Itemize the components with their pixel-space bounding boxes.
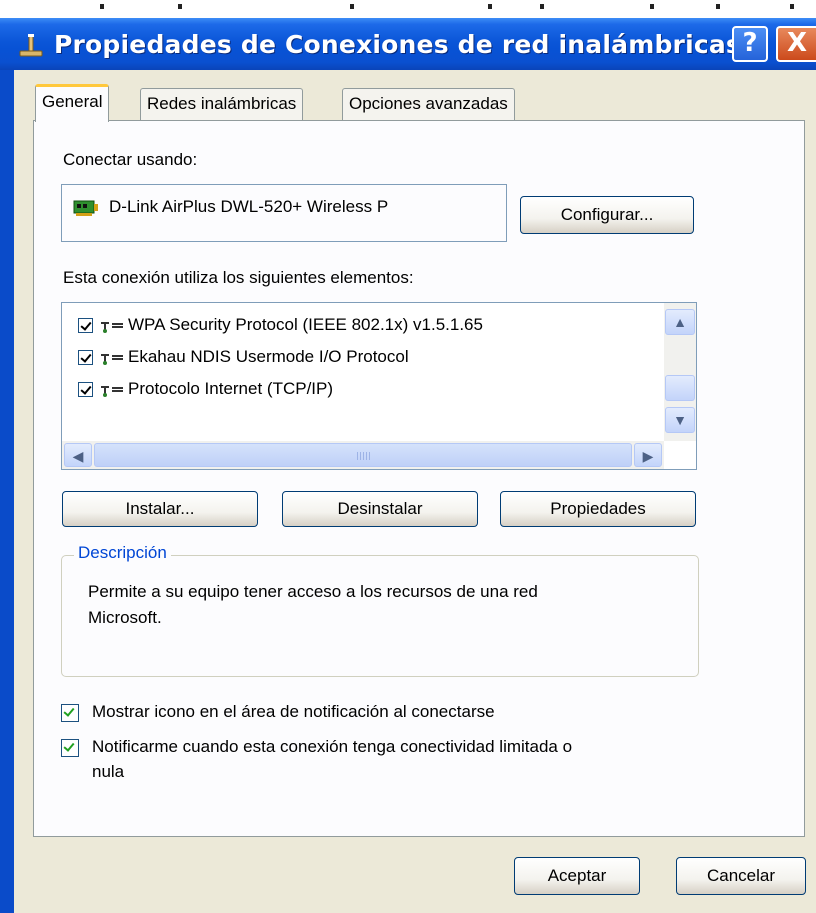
description-title: Descripción: [74, 543, 171, 563]
component-checkbox[interactable]: [78, 318, 93, 333]
notify-checkbox[interactable]: [61, 739, 79, 757]
protocol-icon: [101, 322, 123, 333]
window-frame-left: [0, 18, 14, 913]
components-label: Esta conexión utiliza los siguientes ele…: [63, 268, 414, 287]
scroll-thumb[interactable]: [665, 375, 695, 401]
strip-mark: [350, 4, 354, 9]
uninstall-button[interactable]: Desinstalar: [282, 491, 478, 527]
strip-mark: [790, 4, 794, 9]
configure-button[interactable]: Configurar...: [520, 196, 694, 234]
adapter-box: D-Link AirPlus DWL-520+ Wireless P: [61, 184, 507, 242]
scroll-grip: [357, 452, 371, 460]
scroll-right-button[interactable]: ▶: [634, 443, 662, 467]
notify-label-line1: Notificarme cuando esta conexión tenga c…: [92, 737, 573, 756]
strip-mark: [650, 4, 654, 9]
description-text-line1: Permite a su equipo tener acceso a los r…: [88, 582, 538, 601]
protocol-icon: [101, 386, 123, 397]
network-connection-icon: [19, 34, 43, 57]
show-icon-label: Mostrar icono en el área de notificación…: [92, 702, 495, 721]
horizontal-scrollbar[interactable]: ◀ ▶: [62, 441, 664, 469]
strip-mark: [100, 4, 104, 9]
show-icon-checkbox[interactable]: [61, 704, 79, 722]
components-list[interactable]: WPA Security Protocol (IEEE 802.1x) v1.5…: [61, 302, 697, 470]
scroll-left-button[interactable]: ◀: [64, 443, 92, 467]
ok-button[interactable]: Aceptar: [514, 857, 640, 895]
cancel-button[interactable]: Cancelar: [676, 857, 806, 895]
component-label: WPA Security Protocol (IEEE 802.1x) v1.5…: [128, 315, 483, 334]
description-text-line2: Microsoft.: [88, 608, 162, 627]
protocol-icon: [101, 354, 123, 365]
vertical-scrollbar[interactable]: ▲ ▼: [664, 303, 696, 441]
component-label: Ekahau NDIS Usermode I/O Protocol: [128, 347, 409, 366]
strip-mark: [716, 4, 720, 9]
tab-redes-inalambricas[interactable]: Redes inalámbricas: [140, 88, 304, 120]
install-button[interactable]: Instalar...: [62, 491, 258, 527]
help-button[interactable]: ?: [732, 26, 768, 62]
tab-opciones-avanzadas[interactable]: Opciones avanzadas: [342, 88, 515, 120]
close-button[interactable]: X: [776, 26, 816, 62]
component-label: Protocolo Internet (TCP/IP): [128, 379, 334, 398]
network-card-icon: [73, 200, 98, 216]
notify-label-line2: nula: [92, 762, 125, 781]
window-title: Propiedades de Conexiones de red inalámb…: [54, 30, 742, 59]
scroll-up-button[interactable]: ▲: [665, 309, 695, 335]
component-checkbox[interactable]: [78, 382, 93, 397]
connect-using-label: Conectar usando:: [63, 150, 198, 169]
component-checkbox[interactable]: [78, 350, 93, 365]
scroll-down-button[interactable]: ▼: [665, 407, 695, 433]
tab-general[interactable]: General: [35, 84, 110, 122]
strip-mark: [178, 4, 182, 9]
horizontal-scroll-thumb[interactable]: [94, 443, 632, 467]
strip-mark: [488, 4, 492, 9]
strip-mark: [540, 4, 544, 9]
properties-button[interactable]: Propiedades: [500, 491, 696, 527]
adapter-name: D-Link AirPlus DWL-520+ Wireless P: [109, 197, 389, 216]
